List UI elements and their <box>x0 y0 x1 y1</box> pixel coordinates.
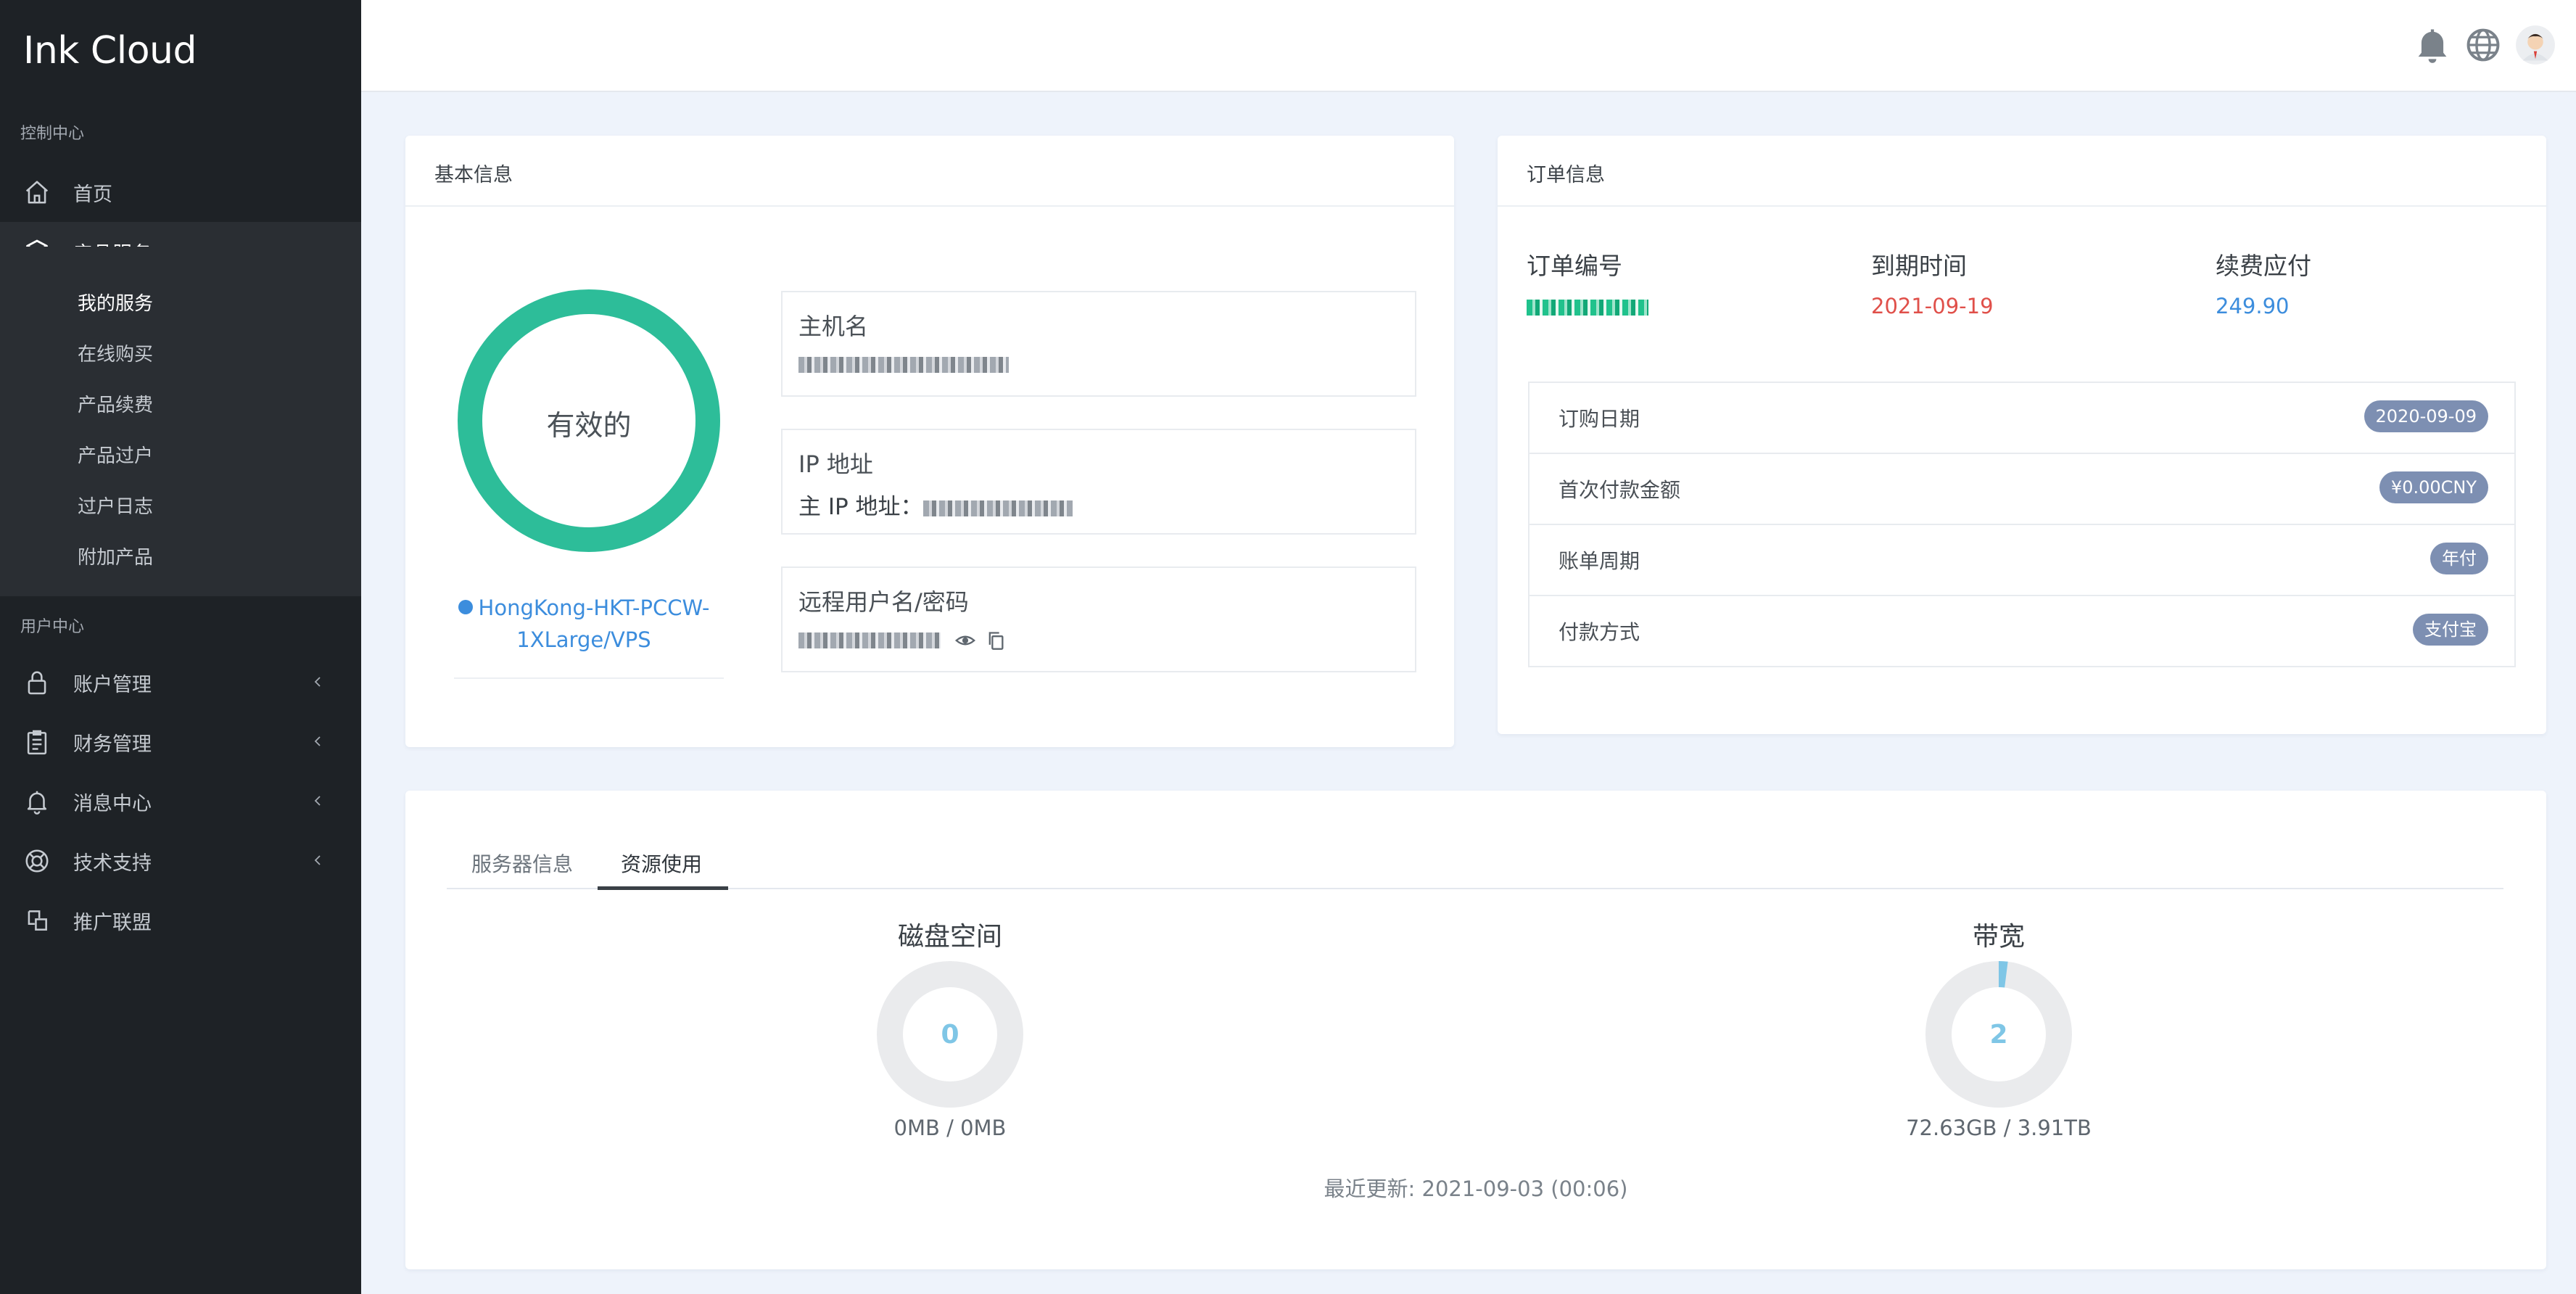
bandwidth-title: 带宽 <box>1972 922 2025 952</box>
table-row: 账单周期 年付 <box>1530 525 2514 596</box>
bandwidth-usage-gauge: 2 <box>1925 961 2072 1108</box>
expiry-label: 到期时间 <box>1871 252 1967 280</box>
status-badge: 2020-09-09 <box>2364 400 2488 432</box>
copy-icon[interactable] <box>986 630 1006 651</box>
products-submenu: 我的服务 在线购买 产品续费 产品过户 过户日志 附加产品 <box>0 247 361 596</box>
status-badge: 年付 <box>2430 543 2488 574</box>
section-control-center: 控制中心 <box>20 125 85 143</box>
renewal-label: 续费应付 <box>2216 252 2311 280</box>
table-row: 首次付款金额 ¥0.00CNY <box>1530 454 2514 525</box>
row-key: 订购日期 <box>1559 407 1640 431</box>
hostname-box: 主机名 <box>781 291 1416 397</box>
avatar[interactable] <box>2515 25 2556 65</box>
ip-label: IP 地址 <box>798 450 873 478</box>
submenu-addons[interactable]: 附加产品 <box>78 543 153 569</box>
sidebar-item-account[interactable]: 账户管理 <box>0 653 361 712</box>
disk-usage-gauge: 0 <box>877 961 1023 1108</box>
sidebar-item-messages[interactable]: 消息中心 <box>0 772 361 831</box>
sidebar-item-home[interactable]: 首页 <box>0 162 361 222</box>
row-key: 首次付款金额 <box>1559 478 1681 502</box>
ip-value: 主 IP 地址： <box>798 488 1073 521</box>
hostname-value <box>798 350 1009 376</box>
eye-icon[interactable] <box>954 630 975 651</box>
chevron-left-icon <box>314 736 321 746</box>
sidebar-item-support[interactable]: 技术支持 <box>0 831 361 891</box>
lock-icon <box>28 671 46 695</box>
bandwidth-usage-text: 72.63GB / 3.91TB <box>1906 1116 2092 1140</box>
submenu-transfer-log[interactable]: 过户日志 <box>78 492 153 519</box>
credentials-value <box>798 626 1006 652</box>
divider <box>1498 205 2546 207</box>
brand-logo[interactable]: Ink Cloud <box>23 29 197 73</box>
row-key: 付款方式 <box>1559 620 1640 644</box>
sidebar-item-label: 首页 <box>73 183 112 206</box>
sidebar-item-label: 账户管理 <box>73 673 152 696</box>
order-number-value <box>1527 294 1648 318</box>
divider <box>405 205 1454 207</box>
row-key: 账单周期 <box>1559 549 1640 573</box>
status-badge: ¥0.00CNY <box>2379 471 2488 503</box>
ip-box: IP 地址 主 IP 地址： <box>781 429 1416 535</box>
top-header <box>361 0 2576 92</box>
chevron-left-icon <box>314 796 321 806</box>
order-details-table: 订购日期 2020-09-09 首次付款金额 ¥0.00CNY 账单周期 年付 … <box>1528 382 2516 667</box>
remote-credentials-box: 远程用户名/密码 <box>781 566 1416 672</box>
sidebar: Ink Cloud 控制中心 首页 产品服务 我的服务 在线购买 产品续费 产品… <box>0 0 361 1294</box>
redacted-hostname <box>798 356 1009 373</box>
sidebar-item-affiliate[interactable]: 推广联盟 <box>0 891 361 950</box>
active-tab-indicator <box>598 886 728 890</box>
chevron-left-icon <box>314 677 321 687</box>
chevron-left-icon <box>314 855 321 865</box>
submenu-my-services[interactable]: 我的服务 <box>78 289 153 316</box>
sidebar-item-label: 财务管理 <box>73 733 152 756</box>
table-row: 付款方式 支付宝 <box>1530 596 2514 667</box>
card-title: 基本信息 <box>434 164 513 186</box>
redacted-ip <box>922 500 1073 516</box>
order-number-label: 订单编号 <box>1527 252 1622 280</box>
bandwidth-center-value: 2 <box>1989 1020 2007 1050</box>
renewal-value: 249.90 <box>2216 294 2290 318</box>
bell-icon[interactable] <box>2414 25 2451 65</box>
status-text: 有效的 <box>546 410 632 442</box>
submenu-buy-online[interactable]: 在线购买 <box>78 339 153 366</box>
globe-icon[interactable] <box>2464 25 2502 65</box>
card-title: 订单信息 <box>1527 164 1605 186</box>
disk-usage-text: 0MB / 0MB <box>893 1116 1007 1140</box>
status-badge: 支付宝 <box>2413 614 2488 646</box>
sidebar-item-label: 推广联盟 <box>73 911 152 934</box>
sidebar-item-finance[interactable]: 财务管理 <box>0 712 361 772</box>
redacted-credentials <box>798 632 941 648</box>
home-icon <box>25 181 49 204</box>
main-ip-label: 主 IP 地址： <box>798 494 923 520</box>
table-row: 订购日期 2020-09-09 <box>1530 383 2514 454</box>
tab-server-info[interactable]: 服务器信息 <box>471 849 573 878</box>
disk-title: 磁盘空间 <box>897 922 1002 952</box>
remote-label: 远程用户名/密码 <box>798 588 969 616</box>
tab-resource-usage[interactable]: 资源使用 <box>621 849 702 878</box>
submenu-renew[interactable]: 产品续费 <box>78 390 153 417</box>
disk-center-value: 0 <box>941 1020 959 1050</box>
hostname-label: 主机名 <box>798 313 869 340</box>
product-name-text: HongKong-HKT-PCCW-1XLarge/VPS <box>478 596 710 652</box>
expiry-value: 2021-09-19 <box>1871 294 1994 318</box>
sidebar-item-label: 技术支持 <box>73 852 152 875</box>
bell-icon <box>27 791 47 815</box>
clipboard-icon <box>27 730 47 755</box>
product-name-link[interactable]: HongKong-HKT-PCCW-1XLarge/VPS <box>435 592 732 656</box>
submenu-transfer[interactable]: 产品过户 <box>78 441 153 468</box>
sidebar-item-label: 消息中心 <box>73 792 152 815</box>
share-icon <box>28 910 47 931</box>
status-dot <box>458 600 473 614</box>
redacted-order-number <box>1527 300 1648 316</box>
lifebuoy-icon <box>25 849 49 873</box>
tab-divider <box>447 888 2503 889</box>
divider <box>454 677 724 679</box>
last-update-text: 最近更新: 2021-09-03 (00:06) <box>1324 1176 1628 1201</box>
section-user-center: 用户中心 <box>20 618 85 636</box>
